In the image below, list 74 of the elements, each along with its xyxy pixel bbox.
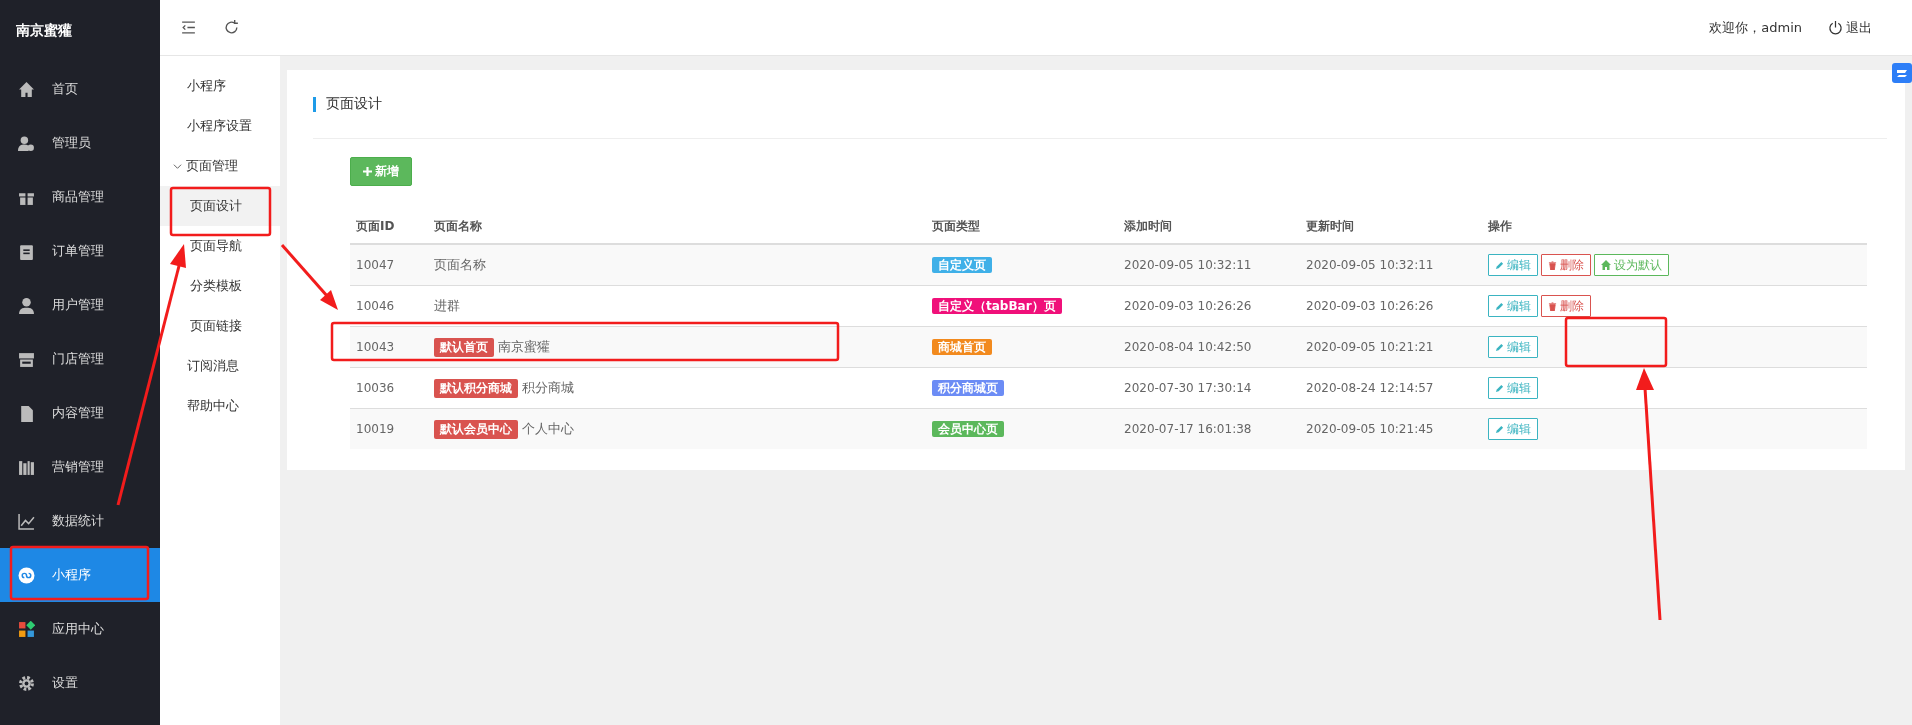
- brand-title: 南京蜜獾: [15, 21, 73, 40]
- doc-icon: [18, 404, 35, 422]
- default-tag: 默认首页: [434, 337, 494, 357]
- home-icon: [1601, 260, 1611, 270]
- table-cell: 10043: [350, 326, 428, 368]
- chevron-icon: [173, 161, 182, 171]
- sidebar-item[interactable]: 门店管理: [0, 332, 160, 386]
- sidebar-item[interactable]: 数据统计: [0, 494, 160, 548]
- sidebar-item[interactable]: 应用中心: [0, 602, 160, 656]
- apps-icon: [18, 620, 35, 638]
- home-icon: [18, 80, 35, 98]
- link-icon: [18, 566, 35, 584]
- settings-icon: [18, 674, 35, 692]
- sidebar-item[interactable]: 内容管理: [0, 386, 160, 440]
- user-icon: [18, 296, 35, 314]
- page-name: 个人中心: [522, 420, 574, 438]
- page-name: 进群: [434, 297, 460, 315]
- table-cell: 2020-09-05 10:32:11: [1300, 244, 1482, 286]
- table-cell: 2020-07-17 16:01:38: [1118, 408, 1300, 449]
- table-cell: 2020-09-05 10:21:45: [1300, 408, 1482, 449]
- sidebar-item[interactable]: 订单管理: [0, 224, 160, 278]
- pencil-icon: [1495, 301, 1504, 311]
- delete-button[interactable]: 删除: [1541, 254, 1591, 276]
- logout-button[interactable]: 退出: [1828, 18, 1892, 37]
- sidebar-item[interactable]: 首页: [0, 62, 160, 116]
- submenu-item[interactable]: 分类模板: [160, 266, 280, 306]
- sidebar-item[interactable]: 设置: [0, 656, 160, 710]
- type-tag: 自定义（tabBar）页: [932, 297, 1062, 314]
- welcome-text: 欢迎你，admin: [1709, 18, 1802, 37]
- power-icon: [1828, 20, 1843, 35]
- table-cell: 2020-09-05 10:21:21: [1300, 326, 1482, 368]
- toolbox-icon[interactable]: [1892, 63, 1912, 83]
- submenu-item[interactable]: 小程序: [160, 66, 280, 106]
- submenu-item[interactable]: 订阅消息: [160, 346, 280, 386]
- store-icon: [18, 350, 35, 368]
- pencil-icon: [1495, 260, 1504, 270]
- table-cell: 2020-09-05 10:32:11: [1118, 244, 1300, 286]
- default-tag: 默认会员中心: [434, 419, 518, 439]
- books-icon: [18, 458, 35, 476]
- arrow: [280, 244, 338, 310]
- table-cell: 10047: [350, 244, 428, 286]
- submenu-item[interactable]: 页面导航: [160, 226, 280, 266]
- table-cell: 10019: [350, 408, 428, 449]
- pencil-icon: [1495, 424, 1504, 434]
- clipboard-icon: [18, 242, 35, 260]
- page-title: 页面设计: [326, 95, 382, 113]
- pencil-icon: [1495, 383, 1504, 393]
- sidebar-item[interactable]: 营销管理: [0, 440, 160, 494]
- submenu-item[interactable]: 页面设计: [160, 186, 280, 226]
- default-tag: 默认积分商城: [434, 378, 518, 398]
- refresh-icon[interactable]: [223, 19, 240, 36]
- page-name: 南京蜜獾: [498, 338, 550, 356]
- sidebar-item[interactable]: 用户管理: [0, 278, 160, 332]
- trash-icon: [1548, 260, 1557, 270]
- sidebar-item[interactable]: 商品管理: [0, 170, 160, 224]
- pencil-icon: [1495, 342, 1504, 352]
- sidebar-item[interactable]: 小程序: [0, 548, 160, 602]
- type-tag: 自定义页: [932, 256, 992, 273]
- menu-icon[interactable]: [180, 19, 197, 36]
- type-tag: 会员中心页: [932, 420, 1004, 437]
- table-cell: 2020-08-04 10:42:50: [1118, 326, 1300, 368]
- submenu-item[interactable]: 小程序设置: [160, 106, 280, 146]
- submenu-item[interactable]: 帮助中心: [160, 386, 280, 426]
- sidebar-item[interactable]: 管理员: [0, 116, 160, 170]
- submenu-item[interactable]: 页面管理: [160, 146, 280, 186]
- plus-icon: [363, 167, 372, 176]
- page-name: 页面名称: [434, 256, 486, 274]
- delete-button[interactable]: 删除: [1541, 295, 1591, 317]
- chart-icon: [18, 512, 35, 530]
- type-tag: 商城首页: [932, 338, 992, 355]
- page-name: 积分商城: [522, 379, 574, 397]
- type-tag: 积分商城页: [932, 379, 1004, 396]
- submenu-item[interactable]: 页面链接: [160, 306, 280, 346]
- trash-icon: [1548, 301, 1557, 311]
